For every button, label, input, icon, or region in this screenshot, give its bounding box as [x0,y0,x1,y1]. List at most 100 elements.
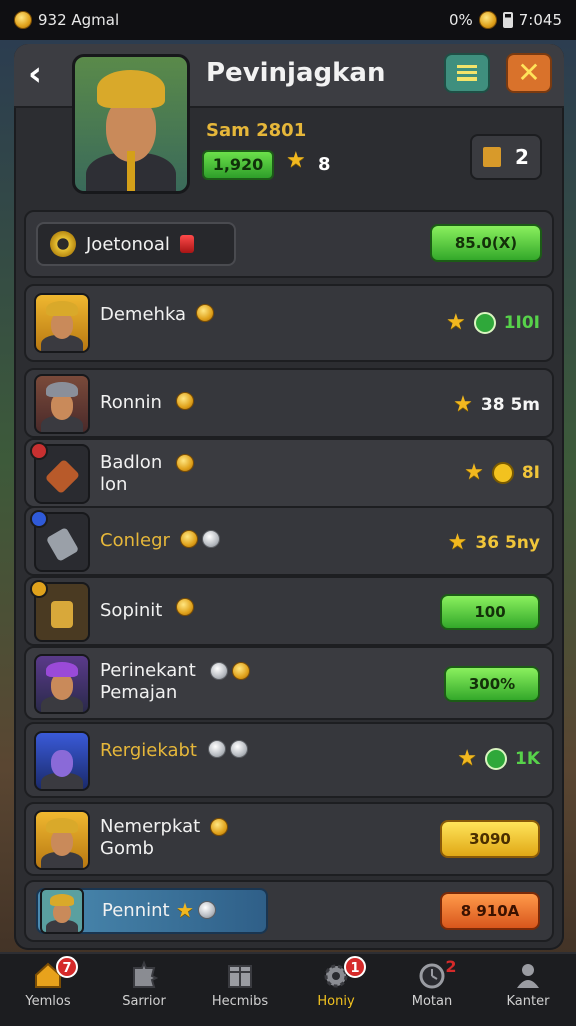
item-reward: ★ 36 5ny [448,532,540,554]
close-button[interactable]: ✕ [506,53,552,93]
item-name: Pennint [102,900,170,921]
character-avatar [34,293,90,353]
status-coins: 932 Agmal [38,11,120,29]
coin-icon [478,11,497,29]
gold-crown-icon [210,818,228,836]
list-item[interactable]: Sopinit 100 [24,576,554,646]
item-name: Nemerpkat [100,816,201,837]
crossed-swords-icon: ✕ [517,56,541,89]
hero-portrait[interactable] [72,54,190,194]
status-bar: 932 Agmal 0% 7:045 [0,0,576,40]
coin-group: ★ [176,900,216,920]
featured-pill[interactable]: Joetonoal [36,222,236,266]
star-icon: ★ [176,898,194,922]
coin-group [210,818,228,836]
nav-item-warrior[interactable]: Sarrior [96,960,192,1022]
mail-count: 2 [515,145,529,169]
list-item[interactable]: Pennint ★ 8 910A [24,880,554,942]
item-badge [30,442,48,460]
character-avatar [40,888,84,934]
star-icon: ★ [445,310,466,335]
item-reward: ★ 1K [457,748,540,770]
reward-value: 8I [521,463,540,483]
item-name-line2: Pemajan [100,682,178,703]
upgrade-button[interactable]: 100 [440,594,540,630]
list-item[interactable]: Nemerpkat Gomb 3090 [24,802,554,876]
coin-group [176,392,194,410]
coin-group [176,454,194,472]
level-star-icon: ★ [286,148,306,173]
list-item[interactable]: Rergiekabt ★ 1K [24,722,554,798]
check-icon [484,748,507,770]
envelope-icon [483,147,502,167]
list-item[interactable]: Demehka ★ 1I0I [24,284,554,362]
coin-icon [176,598,194,616]
avatar-hat [46,300,78,317]
silver-coin-icon [202,530,220,548]
character-avatar [34,374,90,434]
nav-item-kanter[interactable]: Kanter [480,960,576,1022]
item-badge [30,510,48,528]
ring-coin-icon [50,231,76,257]
star-icon: ★ [464,460,484,485]
featured-button[interactable]: 85.0(X) [430,224,542,262]
nav-label: Sarrior [122,994,166,1009]
item-name: Demehka [100,304,187,325]
notification-badge: 2 [445,957,457,976]
coin-icon [176,392,194,410]
upgrade-button[interactable]: 8 910A [440,892,540,930]
item-reward: ★ 38 5m [453,394,540,416]
coin-icon [176,454,194,472]
character-avatar [34,731,90,791]
star-icon: ★ [457,746,477,771]
featured-label: Joetonoal [86,233,170,255]
nav-item-motan[interactable]: 2 Motan [384,957,480,1022]
puzzle-icon [128,960,160,990]
page-title: Pevinjagkan [206,58,386,88]
item-name: Rergiekabt [100,740,197,761]
menu-button[interactable] [444,53,490,93]
locked-icon [491,462,514,484]
coin-group [208,740,248,758]
reward-value: 1I0I [503,313,540,333]
bottom-nav: 7 Yemlos Sarrior Hecmibs 1 Honiy 2 Motan… [0,952,576,1026]
nav-item-honey[interactable]: 1 Honiy [288,956,384,1022]
featured-row: Joetonoal 85.0(X) [24,210,554,278]
item-name: Sopinit [100,600,163,621]
drill-icon [45,526,79,562]
coin-group [176,598,194,616]
player-badge: 1,920 [202,150,274,180]
item-reward: ★ 8I [464,462,540,484]
item-name-line2: lon [100,474,128,495]
upgrade-button[interactable]: 3090 [440,820,540,858]
nav-item-home[interactable]: 7 Yemlos [0,956,96,1022]
list-item[interactable]: Badlon lon ★ 8I [24,438,554,508]
gem-icon [179,235,194,253]
back-button[interactable]: ‹ [28,54,64,94]
upgrade-button[interactable]: 300% [444,666,540,702]
reward-value: 1K [514,749,540,769]
reward-value: 38 5m [480,395,540,415]
notification-badge: 7 [56,956,78,978]
person-icon [512,960,544,990]
check-icon [473,312,496,334]
crate-icon [224,960,256,990]
mail-button[interactable]: 2 [470,134,542,180]
avatar-face [50,749,74,777]
list-item[interactable]: Conlegr ★ 36 5ny [24,506,554,576]
nav-label: Motan [411,994,453,1009]
list-item[interactable]: Perinekant Pemajan 300% [24,646,554,720]
list-item[interactable]: Ronnin ★ 38 5m [24,368,554,438]
nav-item-items[interactable]: Hecmibs [192,960,288,1022]
nav-label: Yemlos [25,994,71,1009]
status-percent: 0% [448,11,473,29]
avatar-tie [126,150,136,191]
avatar-hat [50,894,74,906]
reward-value: 36 5ny [475,533,540,553]
avatar-hat [46,661,78,678]
coin-icon [196,304,214,322]
avatar-hat [46,817,78,834]
nav-label: Kanter [506,994,550,1009]
nav-label: Hecmibs [211,994,269,1009]
silver-coin-icon [230,740,248,758]
